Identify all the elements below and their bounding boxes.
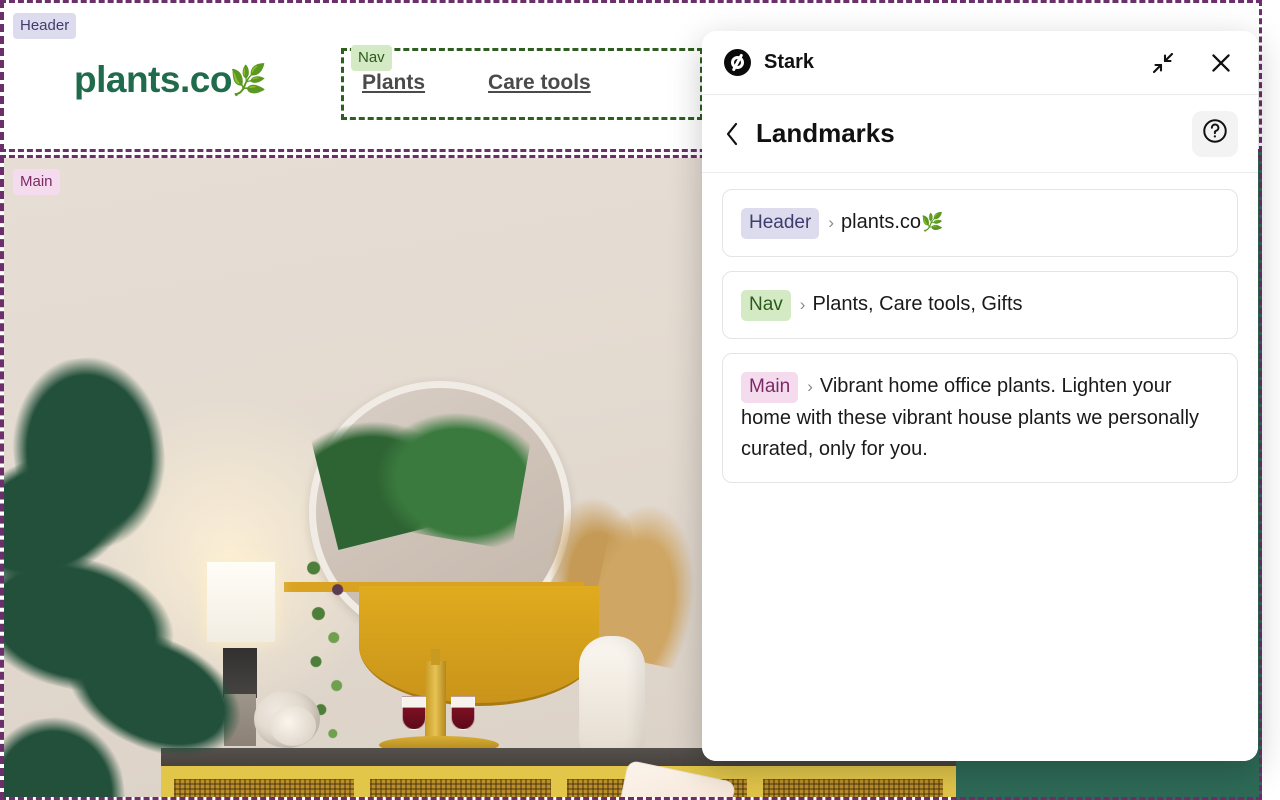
page-title: Landmarks [756, 118, 895, 148]
stark-app-name: Stark [764, 51, 815, 73]
wine-glass [402, 696, 426, 730]
titlebar-actions [1148, 48, 1236, 78]
leaf-icon: 🌿 [921, 212, 944, 232]
question-mark-icon [1201, 117, 1229, 150]
landmark-badge: Nav [741, 290, 791, 321]
landmark-badge: Main [741, 372, 799, 403]
rattan-sideboard [161, 766, 956, 797]
close-icon[interactable] [1206, 48, 1236, 78]
site-logo[interactable]: plants.co 🌿 [74, 59, 267, 101]
stark-subheader: Landmarks [702, 95, 1258, 173]
nav-landmark-region: Plants Care tools Nav [341, 45, 703, 120]
gold-bottle [425, 661, 446, 739]
nav-link-plants[interactable]: Plants [362, 71, 425, 95]
gold-bottle-neck [431, 649, 440, 665]
landmark-description: plants.co [841, 211, 922, 233]
stark-logo-icon [724, 49, 751, 76]
nav-links: Plants Care tools [362, 71, 591, 95]
stark-titlebar: Stark [702, 31, 1258, 95]
table-lamp-shade [207, 562, 275, 642]
chevron-left-icon[interactable] [724, 121, 746, 147]
landmark-badge: Header [741, 208, 820, 239]
landmark-card-main[interactable]: Main › Vibrant home office plants. Lighten… [722, 353, 1238, 483]
nav-link-care-tools[interactable]: Care tools [488, 71, 591, 95]
landmark-card-header[interactable]: Header › plants.co🌿 [722, 189, 1238, 257]
landmark-row: Header › plants.co🌿 [741, 207, 1219, 239]
ceramic-vase [579, 636, 645, 756]
site-logo-text: plants.co [74, 59, 232, 100]
rattan-panel [759, 776, 946, 797]
landmarks-list: Header › plants.co🌿 Nav › Plants, Care tools… [702, 173, 1258, 761]
header-landmark-tag: Header [13, 13, 77, 39]
mirror-plant-leaf [363, 395, 535, 551]
main-landmark-tag: Main [13, 169, 60, 195]
chevron-right-icon: › [807, 377, 813, 396]
wine-glass [451, 696, 475, 730]
rattan-panel [367, 776, 554, 797]
collapse-arrows-icon[interactable] [1148, 48, 1178, 78]
floor-plant-leaf [4, 708, 134, 797]
landmark-row: Nav › Plants, Care tools, Gifts [741, 289, 1219, 321]
landmark-card-nav[interactable]: Nav › Plants, Care tools, Gifts [722, 271, 1238, 339]
chevron-right-icon: › [828, 213, 834, 232]
half-moon-console [359, 586, 599, 706]
nav-landmark-tag: Nav [351, 45, 392, 71]
leaf-icon: 🌿 [229, 63, 267, 97]
help-button[interactable] [1192, 110, 1238, 157]
knot-sculpture [270, 706, 316, 746]
rattan-panel [171, 776, 358, 797]
landmark-description: Plants, Care tools, Gifts [812, 293, 1023, 315]
chevron-right-icon: › [799, 295, 806, 314]
landmark-row: Main › Vibrant home office plants. Lighten… [741, 371, 1219, 465]
stark-plugin-panel: Stark Landmarks Header › plants.co🌿 Nav … [702, 31, 1258, 761]
